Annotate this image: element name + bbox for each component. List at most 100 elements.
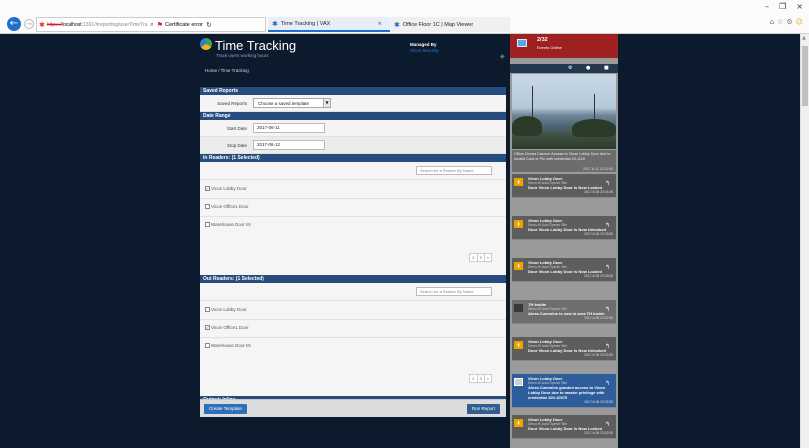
- tab-map-viewer[interactable]: ✱ Office Floor 1C | Map Viewer: [390, 17, 510, 32]
- divider: [200, 179, 506, 180]
- share-icon[interactable]: ↰: [605, 421, 610, 428]
- share-icon[interactable]: ↰: [605, 343, 610, 350]
- smiley-icon[interactable]: ☺: [796, 18, 803, 26]
- next-page-link[interactable]: »: [483, 374, 492, 383]
- logo-icon: [200, 38, 212, 50]
- alarm-count: 2/32: [537, 37, 548, 43]
- reader-label: Vicon Office1 Door: [211, 325, 249, 330]
- create-template-button[interactable]: Create Template: [204, 404, 247, 414]
- out-readers-list: Search for a Reader By Name Vicon Lobby …: [200, 283, 506, 362]
- event-card[interactable]: TH Inside Demo-Hi Auto Opener Site Alexa C…: [512, 300, 616, 324]
- out-readers-search-input[interactable]: Search for a Reader By Name: [416, 287, 492, 296]
- door-icon: ▮: [514, 220, 523, 228]
- out-reader-item-office1[interactable]: ✓ Vicon Office1 Door: [205, 325, 249, 330]
- managed-by-link[interactable]: Vicon Security: [410, 48, 439, 53]
- section-saved-reports: Saved Reports: [200, 87, 506, 95]
- scroll-thumb[interactable]: [802, 46, 808, 106]
- close-tab-icon[interactable]: ×: [377, 21, 382, 27]
- alarm-banner[interactable]: 2/32 Events Online: [510, 34, 618, 58]
- panel-toolbar: ⚙ ● ■: [510, 64, 618, 73]
- user-photo-icon: [514, 378, 523, 386]
- star-icon[interactable]: ☆: [777, 18, 783, 26]
- site-favicon-icon: ✱: [39, 21, 45, 29]
- checkbox[interactable]: [205, 204, 210, 209]
- event-card[interactable]: ▮ Vicon Lobby Door Demo-Hi Auto Opener Sit…: [512, 216, 616, 240]
- share-icon[interactable]: ↰: [605, 306, 610, 313]
- camera-scene-pole: [594, 94, 595, 124]
- gear-icon[interactable]: ⚙: [568, 65, 572, 71]
- event-time: 2017-6-06 23:04:36: [584, 190, 613, 194]
- in-readers-pagination: 2 3 »: [469, 253, 492, 262]
- forward-arrow-icon[interactable]: →: [24, 19, 34, 29]
- checkbox-checked[interactable]: ✓: [205, 325, 210, 330]
- tab-time-tracking[interactable]: ✱ Time Tracking | VAX ×: [268, 17, 390, 32]
- home-icon[interactable]: ⌂: [770, 18, 774, 26]
- breadcrumb[interactable]: Home / Time Tracking: [200, 68, 506, 78]
- event-card[interactable]: ▮ Vicon Lobby Door Demo-Hi Auto Opener Sit…: [512, 415, 616, 439]
- camera-caption: Office Donna Cannon Access to Vicon Lobb…: [512, 150, 616, 172]
- minimize-icon[interactable]: –: [765, 2, 769, 11]
- certificate-error-label[interactable]: Certificate error: [165, 22, 203, 28]
- start-date-label: Start Date: [226, 125, 247, 131]
- browser-chrome: ← → ✱ https:// localhost :1301/#reportin…: [0, 0, 809, 34]
- door-icon: ▮: [514, 341, 523, 349]
- alarm-label: Events Online: [537, 45, 562, 50]
- event-time: 2017-6-06 23:02:55: [584, 353, 613, 357]
- reader-label: Warehouse Door IN: [211, 343, 251, 348]
- tab-label: Time Tracking | VAX: [280, 20, 331, 27]
- event-card[interactable]: ▮ Vicon Lobby Door Demo-Hi Auto Opener Sit…: [512, 337, 616, 361]
- trash-icon[interactable]: ■: [604, 65, 609, 71]
- reader-label: Warehouse Door IN: [211, 222, 251, 227]
- out-reader-item-lobby[interactable]: Vicon Lobby Door: [205, 307, 247, 312]
- address-bar[interactable]: ✱ https:// localhost :1301/#reporting/us…: [36, 17, 266, 32]
- tab-favicon-icon: ✱: [394, 21, 400, 29]
- reader-label: Vicon Office1 Door: [211, 204, 249, 209]
- stop-date-input[interactable]: 2017-06-12: [253, 140, 325, 150]
- camera-scene-tree: [512, 116, 542, 136]
- start-date-input[interactable]: 2017-06-11: [253, 123, 325, 133]
- page-title: Time Tracking: [215, 38, 297, 53]
- scroll-up-icon[interactable]: ▲: [802, 35, 806, 41]
- start-date-row: Start Date 2017-06-11: [200, 120, 506, 137]
- checkbox[interactable]: [205, 222, 210, 227]
- maximize-icon[interactable]: ❐: [779, 2, 786, 11]
- in-readers-list: Search for a Reader By Name ✓ Vicon Lobb…: [200, 162, 506, 241]
- app-header: Time Tracking Track users working hours …: [200, 34, 506, 64]
- back-arrow-icon[interactable]: ←: [7, 17, 21, 31]
- in-reader-item-warehouse[interactable]: Warehouse Door IN: [205, 222, 251, 227]
- gear-icon[interactable]: ⚙: [786, 18, 792, 26]
- next-page-link[interactable]: »: [483, 253, 492, 262]
- checkbox[interactable]: [205, 307, 210, 312]
- page-scrollbar[interactable]: ▲: [800, 34, 809, 448]
- event-card[interactable]: ▮ Vicon Lobby Door Demo-Hi Auto Opener Sit…: [512, 174, 616, 198]
- event-card[interactable]: ▮ Vicon Lobby Door Demo-Hi Auto Opener Sit…: [512, 258, 616, 282]
- checkbox-checked[interactable]: ✓: [205, 186, 210, 191]
- share-icon[interactable]: ↰: [605, 222, 610, 229]
- out-reader-item-warehouse[interactable]: Warehouse Door IN: [205, 343, 251, 348]
- camera-snapshot[interactable]: [512, 74, 616, 149]
- chevron-down-icon[interactable]: ▼: [323, 99, 330, 107]
- share-icon[interactable]: ↰: [605, 380, 610, 387]
- in-readers-search-input[interactable]: Search for a Reader By Name: [416, 166, 492, 175]
- checkbox[interactable]: [205, 343, 210, 348]
- share-icon[interactable]: ↰: [605, 180, 610, 187]
- saved-template-select[interactable]: Choose a saved template ▼: [253, 98, 331, 108]
- reader-label: Vicon Lobby Door: [211, 307, 247, 312]
- page: Time Tracking Track users working hours …: [0, 34, 800, 448]
- share-icon[interactable]: ↰: [605, 264, 610, 271]
- reload-icon[interactable]: ↻: [206, 21, 212, 29]
- shield-warning-icon[interactable]: ⚑: [157, 21, 163, 29]
- event-card[interactable]: Vicon Lobby Door Demo-Hi Auto Opener Site…: [512, 374, 616, 408]
- in-reader-item-lobby[interactable]: ✓ Vicon Lobby Door: [205, 186, 247, 191]
- in-reader-item-office1[interactable]: Vicon Office1 Door: [205, 204, 249, 209]
- section-out-readers: Out Readers: (1 Selected): [200, 275, 506, 283]
- camera-caption-text: Office Donna Cannon Access to Vicon Lobb…: [514, 152, 611, 161]
- section-date-range: Date Range: [200, 112, 506, 120]
- record-icon[interactable]: ●: [586, 65, 590, 71]
- stop-date-row: Stop Date 2017-06-12: [200, 137, 506, 154]
- close-window-icon[interactable]: ×: [796, 2, 803, 11]
- run-report-button[interactable]: Run Report: [466, 404, 500, 414]
- event-time: 2017-6-06 23:03:56: [584, 232, 613, 236]
- search-icon[interactable]: ⌕: [150, 21, 153, 29]
- url-path: :1301/#reporting/userTimeTra: [81, 21, 148, 28]
